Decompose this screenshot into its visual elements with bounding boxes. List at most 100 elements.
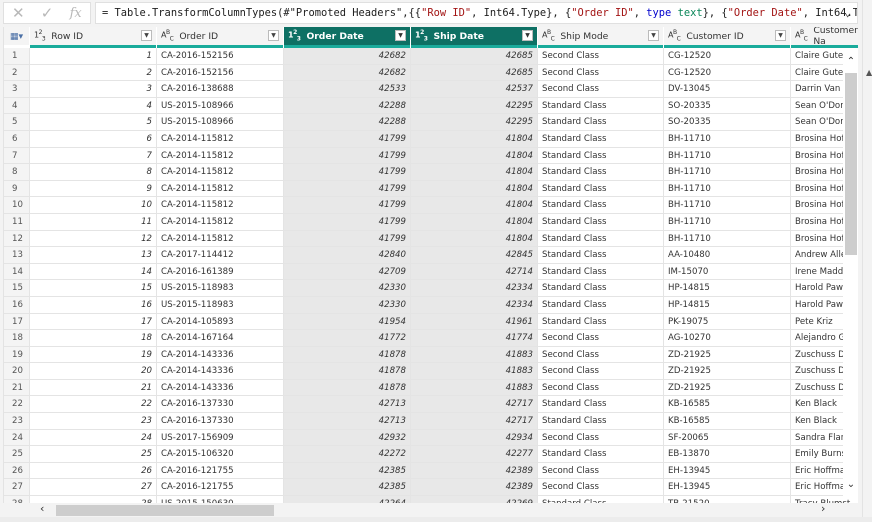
- cell-customer-id[interactable]: ZD-21925: [664, 363, 791, 380]
- row-number[interactable]: 5: [4, 114, 30, 131]
- cell-order-date[interactable]: 42709: [284, 263, 411, 281]
- whole-number-type-icon[interactable]: 123: [34, 29, 46, 42]
- cell-ship-date[interactable]: 41883: [411, 379, 538, 397]
- cell-customer-id[interactable]: ZD-21925: [664, 379, 791, 397]
- cell-ship-date[interactable]: 42717: [411, 413, 538, 430]
- cell-order-date[interactable]: 41772: [284, 330, 411, 347]
- table-row[interactable]: 6 6 CA-2014-115812 41799 41804 Standard Class…: [4, 130, 858, 148]
- horizontal-scroll-thumb[interactable]: [56, 505, 274, 516]
- row-number[interactable]: 16: [4, 296, 30, 314]
- cell-ship-mode[interactable]: Standard Class: [538, 164, 664, 181]
- cell-customer-id[interactable]: EB-13870: [664, 446, 791, 463]
- filter-dropdown-icon[interactable]: ▼: [648, 30, 659, 41]
- table-row[interactable]: 15 15 US-2015-118983 42330 42334 Standard Cla…: [4, 280, 858, 297]
- cell-ship-mode[interactable]: Second Class: [538, 429, 664, 447]
- cell-row-id[interactable]: 13: [30, 247, 157, 264]
- cell-customer-id[interactable]: AA-10480: [664, 247, 791, 264]
- cell-row-id[interactable]: 12: [30, 230, 157, 248]
- table-row[interactable]: 4 4 US-2015-108966 42288 42295 Standard Class…: [4, 97, 858, 115]
- cell-order-id[interactable]: CA-2016-121755: [157, 479, 284, 497]
- cell-row-id[interactable]: 22: [30, 396, 157, 414]
- cell-customer-id[interactable]: SO-20335: [664, 114, 791, 131]
- cell-ship-date[interactable]: 42295: [411, 97, 538, 115]
- cell-row-id[interactable]: 16: [30, 296, 157, 314]
- cell-order-id[interactable]: US-2015-118983: [157, 280, 284, 297]
- cell-ship-date[interactable]: 42277: [411, 446, 538, 463]
- cell-row-id[interactable]: 3: [30, 81, 157, 98]
- cell-ship-date[interactable]: 41804: [411, 230, 538, 248]
- cell-order-date[interactable]: 41799: [284, 213, 411, 231]
- row-number[interactable]: 4: [4, 97, 30, 115]
- cell-ship-mode[interactable]: Second Class: [538, 462, 664, 480]
- cell-customer-id[interactable]: PK-19075: [664, 313, 791, 331]
- table-row[interactable]: 20 20 CA-2014-143336 41878 41883 Second Class…: [4, 363, 858, 380]
- text-type-icon[interactable]: ABC: [542, 29, 555, 42]
- cell-order-id[interactable]: CA-2016-161389: [157, 263, 284, 281]
- cell-order-id[interactable]: CA-2015-106320: [157, 446, 284, 463]
- cell-customer-id[interactable]: BH-11710: [664, 197, 791, 214]
- table-row[interactable]: 3 3 CA-2016-138688 42533 42537 Second Class DV…: [4, 81, 858, 98]
- table-row[interactable]: 10 10 CA-2014-115812 41799 41804 Standard Cla…: [4, 197, 858, 214]
- cell-ship-mode[interactable]: Standard Class: [538, 147, 664, 165]
- cell-order-date[interactable]: 41799: [284, 130, 411, 148]
- cell-customer-id[interactable]: BH-11710: [664, 147, 791, 165]
- cell-customer-id[interactable]: HP-14815: [664, 280, 791, 297]
- cell-order-date[interactable]: 41799: [284, 164, 411, 181]
- cell-order-date[interactable]: 42682: [284, 48, 411, 65]
- row-number[interactable]: 23: [4, 413, 30, 430]
- cell-ship-mode[interactable]: Second Class: [538, 48, 664, 65]
- cell-ship-mode[interactable]: Standard Class: [538, 446, 664, 463]
- cell-order-date[interactable]: 41954: [284, 313, 411, 331]
- table-row[interactable]: 13 13 CA-2017-114412 42840 42845 Standard Cla…: [4, 247, 858, 264]
- cell-order-date[interactable]: 41799: [284, 147, 411, 165]
- table-row[interactable]: 12 12 CA-2014-115812 41799 41804 Standard Cla…: [4, 230, 858, 248]
- cell-row-id[interactable]: 24: [30, 429, 157, 447]
- cell-ship-date[interactable]: 41804: [411, 213, 538, 231]
- chevron-down-icon[interactable]: ⌄: [845, 479, 857, 490]
- column-header-ship-mode[interactable]: ABC Ship Mode ▼: [538, 27, 664, 48]
- cell-order-date[interactable]: 42713: [284, 413, 411, 430]
- table-row[interactable]: 14 14 CA-2016-161389 42709 42714 Standard Cla…: [4, 263, 858, 281]
- cell-ship-mode[interactable]: Standard Class: [538, 180, 664, 198]
- cell-ship-date[interactable]: 42269: [411, 496, 538, 503]
- cell-ship-date[interactable]: 42334: [411, 296, 538, 314]
- row-number[interactable]: 13: [4, 247, 30, 264]
- row-number[interactable]: 10: [4, 197, 30, 214]
- chevron-up-icon[interactable]: ⌃: [845, 56, 857, 67]
- cell-row-id[interactable]: 23: [30, 413, 157, 430]
- cell-order-id[interactable]: CA-2014-143336: [157, 346, 284, 364]
- cell-order-date[interactable]: 42713: [284, 396, 411, 414]
- cell-customer-id[interactable]: HP-14815: [664, 296, 791, 314]
- cell-customer-id[interactable]: DV-13045: [664, 81, 791, 98]
- cell-row-id[interactable]: 20: [30, 363, 157, 380]
- cell-row-id[interactable]: 2: [30, 64, 157, 82]
- row-number[interactable]: 12: [4, 230, 30, 248]
- cell-order-date[interactable]: 42264: [284, 496, 411, 503]
- table-row[interactable]: 19 19 CA-2014-143336 41878 41883 Second Class…: [4, 346, 858, 364]
- cell-order-date[interactable]: 42385: [284, 479, 411, 497]
- cell-ship-date[interactable]: 42389: [411, 479, 538, 497]
- whole-number-type-icon[interactable]: 123: [415, 29, 428, 42]
- row-number[interactable]: 6: [4, 130, 30, 148]
- cell-order-id[interactable]: CA-2014-115812: [157, 180, 284, 198]
- row-number[interactable]: 26: [4, 462, 30, 480]
- cell-ship-date[interactable]: 41804: [411, 147, 538, 165]
- table-row[interactable]: 1 1 CA-2016-152156 42682 42685 Second Class CG…: [4, 48, 858, 65]
- cell-ship-date[interactable]: 41883: [411, 363, 538, 380]
- cell-order-date[interactable]: 41878: [284, 346, 411, 364]
- row-number[interactable]: 25: [4, 446, 30, 463]
- filter-dropdown-icon[interactable]: ▼: [268, 30, 279, 41]
- cell-row-id[interactable]: 11: [30, 213, 157, 231]
- row-number[interactable]: 14: [4, 263, 30, 281]
- table-row[interactable]: 9 9 CA-2014-115812 41799 41804 Standard Class…: [4, 180, 858, 198]
- cell-customer-id[interactable]: BH-11710: [664, 213, 791, 231]
- cell-ship-mode[interactable]: Second Class: [538, 81, 664, 98]
- row-number[interactable]: 2: [4, 64, 30, 82]
- row-number[interactable]: 11: [4, 213, 30, 231]
- cell-order-date[interactable]: 41799: [284, 197, 411, 214]
- cell-customer-id[interactable]: CG-12520: [664, 64, 791, 82]
- cell-order-id[interactable]: US-2015-108966: [157, 97, 284, 115]
- cell-order-date[interactable]: 42288: [284, 114, 411, 131]
- cell-customer-id[interactable]: BH-11710: [664, 130, 791, 148]
- cell-ship-mode[interactable]: Second Class: [538, 330, 664, 347]
